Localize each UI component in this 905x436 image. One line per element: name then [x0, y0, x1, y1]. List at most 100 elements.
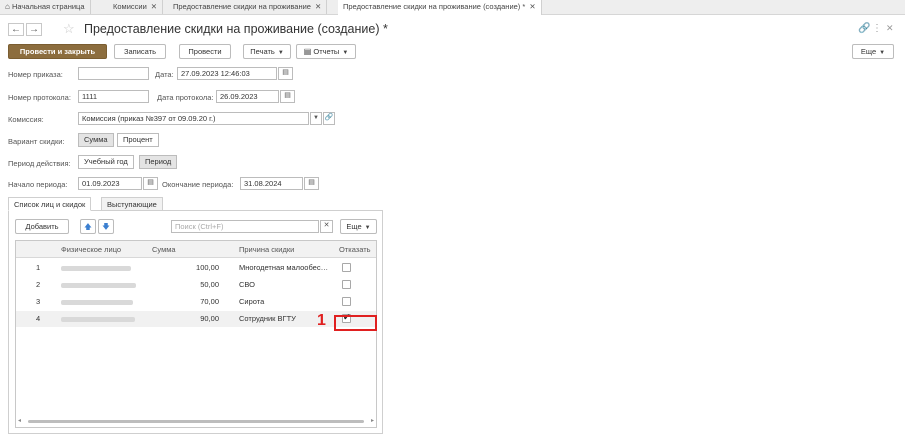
post-button[interactable]: Провести	[179, 44, 231, 59]
horizontal-scrollbar[interactable]: ◂ ▸	[18, 418, 374, 425]
row-number: 3	[36, 297, 41, 306]
date-label: Дата:	[155, 70, 174, 79]
link-icon[interactable]: 🔗	[858, 23, 870, 34]
move-down-button[interactable]: 🡇	[98, 219, 114, 234]
list-more-label: Еще	[346, 222, 362, 231]
period-academic-year-option[interactable]: Учебный год	[78, 155, 134, 169]
back-button[interactable]: ←	[8, 23, 24, 36]
person-name-blurred	[61, 317, 135, 322]
arrow-right-icon: →	[29, 24, 39, 35]
tab-speakers[interactable]: Выступающие	[101, 197, 163, 211]
home-icon: ⌂	[5, 2, 10, 11]
amount-cell: 70,00	[200, 297, 219, 306]
calendar-icon[interactable]: ▤	[280, 90, 295, 103]
arrow-down-icon: 🡇	[102, 222, 110, 231]
refuse-checkbox[interactable]	[342, 297, 351, 306]
table-row[interactable]: 1 100,00 Многодетная малообеспеченная	[16, 260, 376, 276]
period-custom-option[interactable]: Период	[139, 155, 178, 169]
more-vertical-icon[interactable]: ⋮	[872, 23, 882, 34]
table-row[interactable]: 2 50,00 СВО	[16, 277, 376, 293]
persons-table[interactable]: Физическое лицо Сумма Причина скидки Отк…	[15, 240, 377, 428]
list-more-button[interactable]: Еще ▼	[340, 219, 377, 234]
reason-cell: Сирота	[239, 297, 265, 306]
tab-home[interactable]: ⌂ Начальная страница	[0, 0, 91, 14]
table-row[interactable]: 3 70,00 Сирота	[16, 294, 376, 310]
close-icon[interactable]: ✕	[151, 2, 157, 11]
protocol-no-input[interactable]: 1111	[78, 90, 149, 103]
column-header-amount[interactable]: Сумма	[152, 241, 176, 258]
row-number: 2	[36, 280, 41, 289]
chevron-down-icon: ▼	[342, 50, 349, 56]
protocol-no-label: Номер протокола:	[8, 93, 71, 102]
scrollbar-thumb[interactable]	[28, 420, 364, 423]
variant-sum-option[interactable]: Сумма	[78, 133, 114, 147]
commission-input[interactable]: Комиссия (приказ №397 от 09.09.20 г.)	[78, 112, 309, 125]
refuse-checkbox[interactable]	[342, 263, 351, 272]
person-name-blurred	[61, 283, 136, 288]
forward-button[interactable]: →	[26, 23, 42, 36]
column-header-person[interactable]: Физическое лицо	[61, 241, 122, 258]
date-input[interactable]: 27.09.2023 12:46:03	[177, 67, 277, 80]
end-label: Окончание периода:	[162, 180, 234, 189]
start-label: Начало периода:	[8, 180, 68, 189]
chevron-down-icon: ▼	[364, 225, 371, 231]
start-date-input[interactable]: 01.09.2023	[78, 177, 142, 190]
more-button[interactable]: Еще ▼	[852, 44, 894, 59]
reports-button[interactable]: ▤ Отчеты ▼	[296, 44, 356, 59]
row-number: 1	[36, 263, 41, 272]
tab-bar: ⌂ Начальная страница Комиссии ✕ Предостав…	[0, 0, 905, 15]
reason-cell: СВО	[239, 280, 256, 289]
row-number: 4	[36, 314, 41, 323]
post-and-close-button[interactable]: Провести и закрыть	[8, 44, 107, 59]
discount-variant-label: Вариант скидки:	[8, 137, 65, 146]
tab-discount-list-label: Предоставление скидки на проживание	[173, 2, 311, 11]
tab-discount-create[interactable]: Предоставление скидки на проживание (соз…	[338, 0, 542, 15]
move-up-button[interactable]: 🡅	[80, 219, 96, 234]
amount-cell: 90,00	[200, 314, 219, 323]
close-icon[interactable]: ✕	[886, 23, 894, 34]
chevron-down-icon: ▼	[277, 50, 284, 56]
report-icon: ▤	[303, 47, 312, 56]
highlight-box	[334, 315, 377, 331]
open-link-icon[interactable]: 🔗	[323, 112, 335, 125]
amount-cell: 50,00	[200, 280, 219, 289]
add-button[interactable]: Добавить	[15, 219, 69, 234]
scroll-right-icon[interactable]: ▸	[371, 418, 374, 425]
calendar-icon[interactable]: ▤	[304, 177, 319, 190]
more-label: Еще	[860, 47, 877, 56]
tab-persons-discounts[interactable]: Список лиц и скидок	[8, 197, 92, 211]
end-date-input[interactable]: 31.08.2024	[240, 177, 303, 190]
arrow-left-icon: ←	[11, 24, 21, 35]
favorite-star-icon[interactable]: ☆	[63, 21, 75, 37]
calendar-icon[interactable]: ▤	[278, 67, 293, 80]
person-name-blurred	[61, 266, 131, 271]
search-input[interactable]: Поиск (Ctrl+F)	[171, 220, 319, 233]
variant-percent-option[interactable]: Процент	[117, 133, 159, 147]
tab-discount-create-label: Предоставление скидки на проживание (соз…	[343, 2, 526, 11]
tab-discount-list[interactable]: Предоставление скидки на проживание ✕	[168, 0, 328, 14]
chevron-down-icon[interactable]: ▼	[310, 112, 322, 125]
protocol-date-input[interactable]: 26.09.2023	[216, 90, 279, 103]
print-button[interactable]: Печать ▼	[243, 44, 291, 59]
clear-search-icon[interactable]: ✕	[320, 220, 333, 233]
close-icon[interactable]: ✕	[315, 2, 321, 11]
reports-label: Отчеты	[313, 47, 340, 56]
commission-label: Комиссия:	[8, 115, 44, 124]
tab-commissions[interactable]: Комиссии ✕	[108, 0, 164, 14]
save-button[interactable]: Записать	[114, 44, 166, 59]
tab-home-label: Начальная страница	[11, 2, 85, 11]
page-title: Предоставление скидки на проживание (соз…	[84, 22, 388, 36]
period-label: Период действия:	[8, 159, 71, 168]
reason-cell: Многодетная малообеспеченная	[239, 263, 331, 272]
scroll-left-icon[interactable]: ◂	[18, 418, 21, 425]
arrow-up-icon: 🡅	[84, 222, 92, 231]
order-no-input[interactable]	[78, 67, 149, 80]
refuse-checkbox[interactable]	[342, 280, 351, 289]
tab-commissions-label: Комиссии	[113, 2, 147, 11]
column-header-reason[interactable]: Причина скидки	[239, 241, 295, 258]
amount-cell: 100,00	[196, 263, 219, 272]
close-icon[interactable]: ✕	[529, 2, 535, 11]
column-header-refuse[interactable]: Отказать	[339, 241, 371, 258]
calendar-icon[interactable]: ▤	[143, 177, 158, 190]
order-no-label: Номер приказа:	[8, 70, 63, 79]
